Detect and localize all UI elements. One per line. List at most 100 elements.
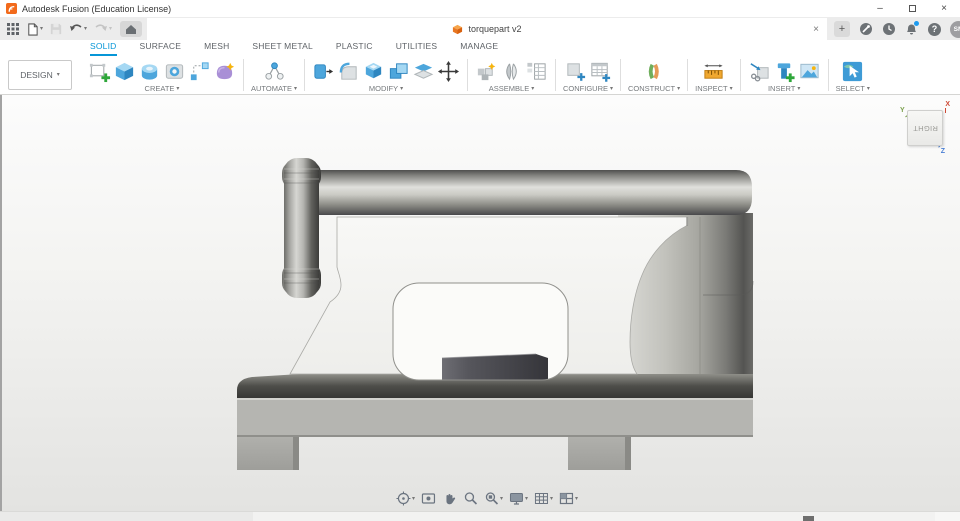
modify-dropdown[interactable]: MODIFY ▾: [369, 84, 403, 93]
toolbar-divider: [243, 59, 244, 91]
orbit-button[interactable]: ▾: [396, 491, 415, 506]
insert-derive-icon[interactable]: [748, 60, 771, 83]
joint-icon[interactable]: [500, 60, 523, 83]
status-strip-right-segment: [935, 512, 960, 521]
press-pull-icon[interactable]: [312, 60, 335, 83]
file-caret: ▾: [40, 26, 44, 32]
viewcube-x-axis-line: [945, 108, 946, 113]
toolbar-divider: [304, 59, 305, 91]
home-button[interactable]: [120, 21, 143, 37]
window-zoom-button[interactable]: ▾: [484, 491, 503, 506]
select-dropdown[interactable]: SELECT ▾: [836, 84, 870, 93]
configuration-table-icon[interactable]: [589, 60, 612, 83]
automate-dropdown[interactable]: AUTOMATE ▾: [251, 84, 297, 93]
quick-access-toolbar: ▾ ▾ ▾: [0, 18, 147, 40]
canvas-icon[interactable]: [798, 60, 821, 83]
display-settings-button[interactable]: ▾: [509, 491, 528, 506]
redo-button[interactable]: ▾: [92, 23, 114, 35]
tab-mesh[interactable]: MESH: [204, 41, 229, 56]
move-copy-icon[interactable]: [437, 60, 460, 83]
configuration-icon[interactable]: [564, 60, 587, 83]
minimize-button[interactable]: –: [864, 0, 896, 17]
viewport-canvas[interactable]: Y X Z RIGHT ▾ ▾ ▾ ▾ ▾: [0, 95, 960, 511]
document-cube-icon: [453, 24, 463, 34]
create-dropdown[interactable]: CREATE ▾: [145, 84, 180, 93]
new-component-icon[interactable]: [475, 60, 498, 83]
close-button[interactable]: ×: [928, 0, 960, 17]
tab-close-icon[interactable]: ×: [813, 18, 819, 40]
file-menu-button[interactable]: ▾: [24, 22, 45, 36]
inspect-dropdown[interactable]: INSPECT ▾: [695, 84, 733, 93]
tab-manage[interactable]: MANAGE: [460, 41, 498, 56]
rigid-group-icon[interactable]: [525, 60, 548, 83]
new-tab-button[interactable]: +: [834, 21, 850, 37]
undo-caret: ▾: [84, 26, 88, 32]
extrude-icon[interactable]: [113, 60, 136, 83]
maximize-icon: [908, 5, 916, 12]
design-context-button[interactable]: DESIGN ▾: [8, 60, 72, 90]
document-tab-label: torquepart v2: [468, 24, 522, 34]
automated-modeling-icon[interactable]: [263, 60, 286, 83]
toolbar-divider: [555, 59, 556, 91]
tab-surface[interactable]: SURFACE: [140, 41, 182, 56]
revolve-icon[interactable]: [138, 60, 161, 83]
tab-utilities[interactable]: UTILITIES: [396, 41, 437, 56]
select-icon[interactable]: [841, 60, 864, 83]
assemble-dropdown[interactable]: ASSEMBLE ▾: [489, 84, 534, 93]
tab-sheet-metal[interactable]: SHEET METAL: [252, 41, 312, 56]
hole-icon[interactable]: [163, 60, 186, 83]
scrollbar-thumb[interactable]: [803, 516, 814, 521]
create-form-icon[interactable]: [213, 60, 236, 83]
app-launcher-grid-icon[interactable]: [5, 23, 21, 35]
viewcube[interactable]: Y X Z RIGHT: [899, 101, 951, 155]
split-body-icon[interactable]: [412, 60, 435, 83]
viewcube-face-label: RIGHT: [912, 123, 938, 133]
viewports-button[interactable]: ▾: [559, 491, 578, 506]
orbit-icon: [396, 491, 411, 506]
zoom-button[interactable]: [463, 491, 478, 506]
group-inspect: INSPECT ▾: [691, 56, 737, 94]
notification-dot: [914, 20, 919, 26]
viewcube-face[interactable]: RIGHT: [907, 110, 943, 146]
file-icon: [28, 22, 38, 36]
insert-dropdown[interactable]: INSERT ▾: [768, 84, 800, 93]
create-sketch-icon[interactable]: [88, 60, 111, 83]
navigation-toolbar: ▾ ▾ ▾ ▾ ▾: [396, 491, 578, 506]
document-tab[interactable]: torquepart v2 ×: [147, 18, 827, 40]
combine-icon[interactable]: [387, 60, 410, 83]
toolbar-divider: [739, 59, 741, 91]
group-modify: MODIFY ▾: [308, 56, 464, 94]
construct-dropdown[interactable]: CONSTRUCT ▾: [628, 84, 680, 93]
ribbon-toolbar: DESIGN ▾ CREATE ▾ AUTOMATE ▾ MODIFY ▾ AS…: [0, 56, 960, 95]
tab-solid[interactable]: SOLID: [90, 41, 117, 56]
status-strip: [0, 511, 960, 521]
rectangular-pattern-icon[interactable]: [188, 60, 211, 83]
viewports-icon: [559, 492, 574, 505]
look-at-icon: [421, 493, 436, 504]
window-zoom-icon: [485, 492, 499, 505]
job-status-icon[interactable]: [881, 22, 896, 37]
group-automate: AUTOMATE ▾: [247, 56, 301, 94]
fillet-icon[interactable]: [337, 60, 360, 83]
maximize-button[interactable]: [896, 0, 928, 17]
construction-plane-icon[interactable]: [643, 60, 666, 83]
viewcube-axis-z: Z: [940, 148, 945, 155]
look-at-button[interactable]: [421, 491, 436, 506]
shell-icon[interactable]: [362, 60, 385, 83]
save-button[interactable]: [48, 23, 64, 35]
undo-button[interactable]: ▾: [67, 23, 89, 35]
grid-settings-button[interactable]: ▾: [534, 491, 553, 506]
notifications-bell-icon[interactable]: [904, 20, 919, 37]
measure-icon[interactable]: [702, 60, 725, 83]
insert-fastener-icon[interactable]: [773, 60, 796, 83]
tab-bar-right: + ? SM: [827, 18, 960, 40]
extensions-icon[interactable]: [858, 22, 873, 37]
fusion-logo-icon: [6, 3, 17, 14]
title-bar: Autodesk Fusion (Education License) – ×: [0, 0, 960, 18]
user-avatar[interactable]: SM: [950, 20, 960, 38]
pan-button[interactable]: [442, 491, 457, 506]
configure-dropdown[interactable]: CONFIGURE ▾: [563, 84, 613, 93]
tab-plastic[interactable]: PLASTIC: [336, 41, 373, 56]
help-icon[interactable]: ?: [927, 22, 942, 37]
display-settings-icon: [509, 493, 523, 505]
